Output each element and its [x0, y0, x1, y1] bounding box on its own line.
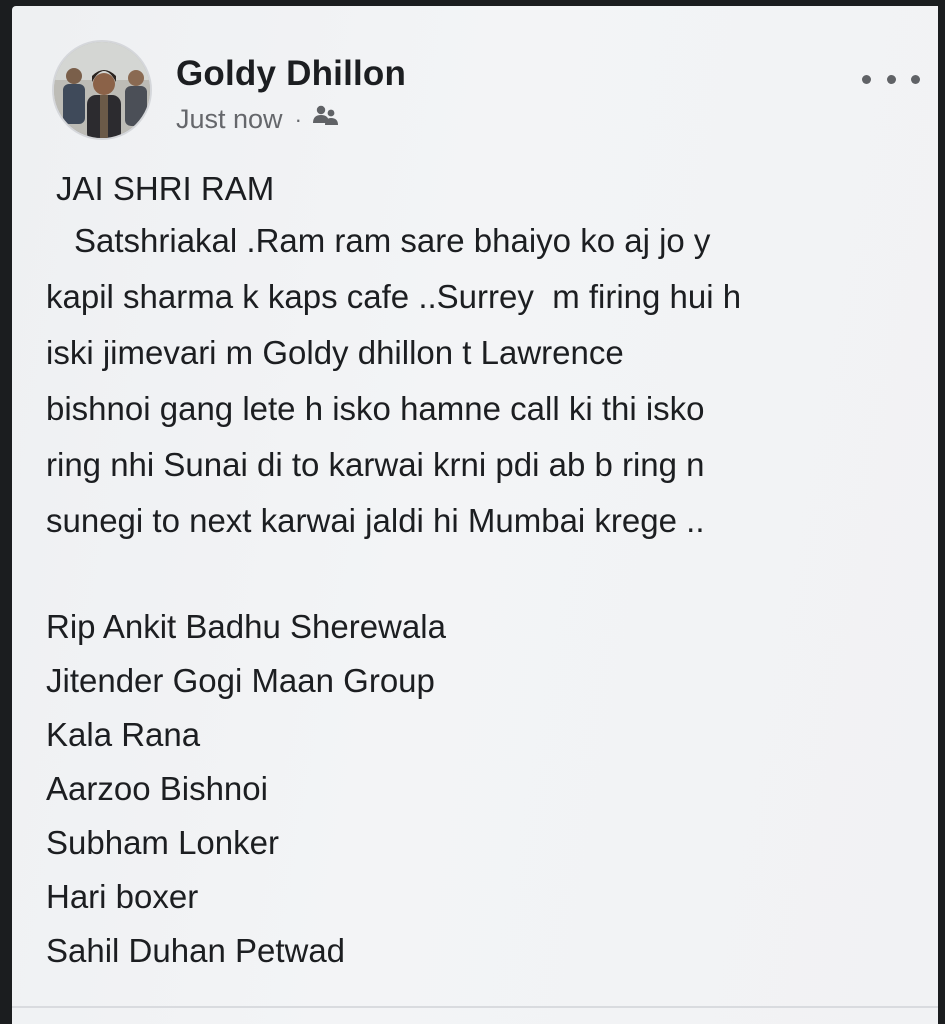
avatar-photo: [54, 42, 150, 138]
more-dot: [862, 74, 871, 84]
body-line: sunegi to next karwai jaldi hi Mumbai kr…: [46, 502, 705, 539]
list-item: Kala Rana: [46, 716, 201, 753]
body-line: kapil sharma k kaps cafe ..Surrey m firi…: [46, 278, 742, 315]
post-meta: Just now ·: [176, 104, 340, 135]
more-dot: [911, 74, 920, 84]
list-item: Hari boxer: [46, 878, 199, 915]
list-item: Aarzoo Bishnoi: [46, 770, 268, 807]
list-item: Sahil Duhan Petwad: [46, 932, 346, 969]
list-item: Rip Ankit Badhu Sherewala: [46, 608, 446, 645]
body-line: bishnoi gang lete h isko hamne call ki t…: [46, 390, 705, 427]
more-options-icon[interactable]: [862, 64, 920, 94]
more-dot: [886, 74, 896, 84]
meta-separator: ·: [294, 106, 302, 132]
body-line: Satshriakal .Ram ram sare bhaiyo ko aj j…: [74, 222, 711, 259]
post-screen: Goldy Dhillon Just now · JAI SHRI RAM Sa…: [12, 6, 938, 1024]
post-divider: [12, 1006, 938, 1008]
body-line: ring nhi Sunai di to karwai krni pdi ab …: [46, 446, 705, 483]
post-text: JAI SHRI RAM Satshriakal .Ram ram sare b…: [46, 172, 908, 988]
friends-icon[interactable]: [312, 104, 340, 135]
body-line: iski jimevari m Goldy dhillon t Lawrence: [46, 334, 624, 371]
avatar[interactable]: [52, 40, 152, 140]
list-item: Subham Lonker: [46, 824, 279, 861]
author-name[interactable]: Goldy Dhillon: [176, 54, 406, 94]
name-list: Rip Ankit Badhu Sherewala Jitender Gogi …: [46, 610, 908, 988]
post-timestamp[interactable]: Just now: [176, 104, 283, 135]
post-title: JAI SHRI RAM: [56, 170, 275, 207]
post-header: Goldy Dhillon Just now ·: [52, 36, 938, 146]
list-item: Jitender Gogi Maan Group: [46, 662, 435, 699]
